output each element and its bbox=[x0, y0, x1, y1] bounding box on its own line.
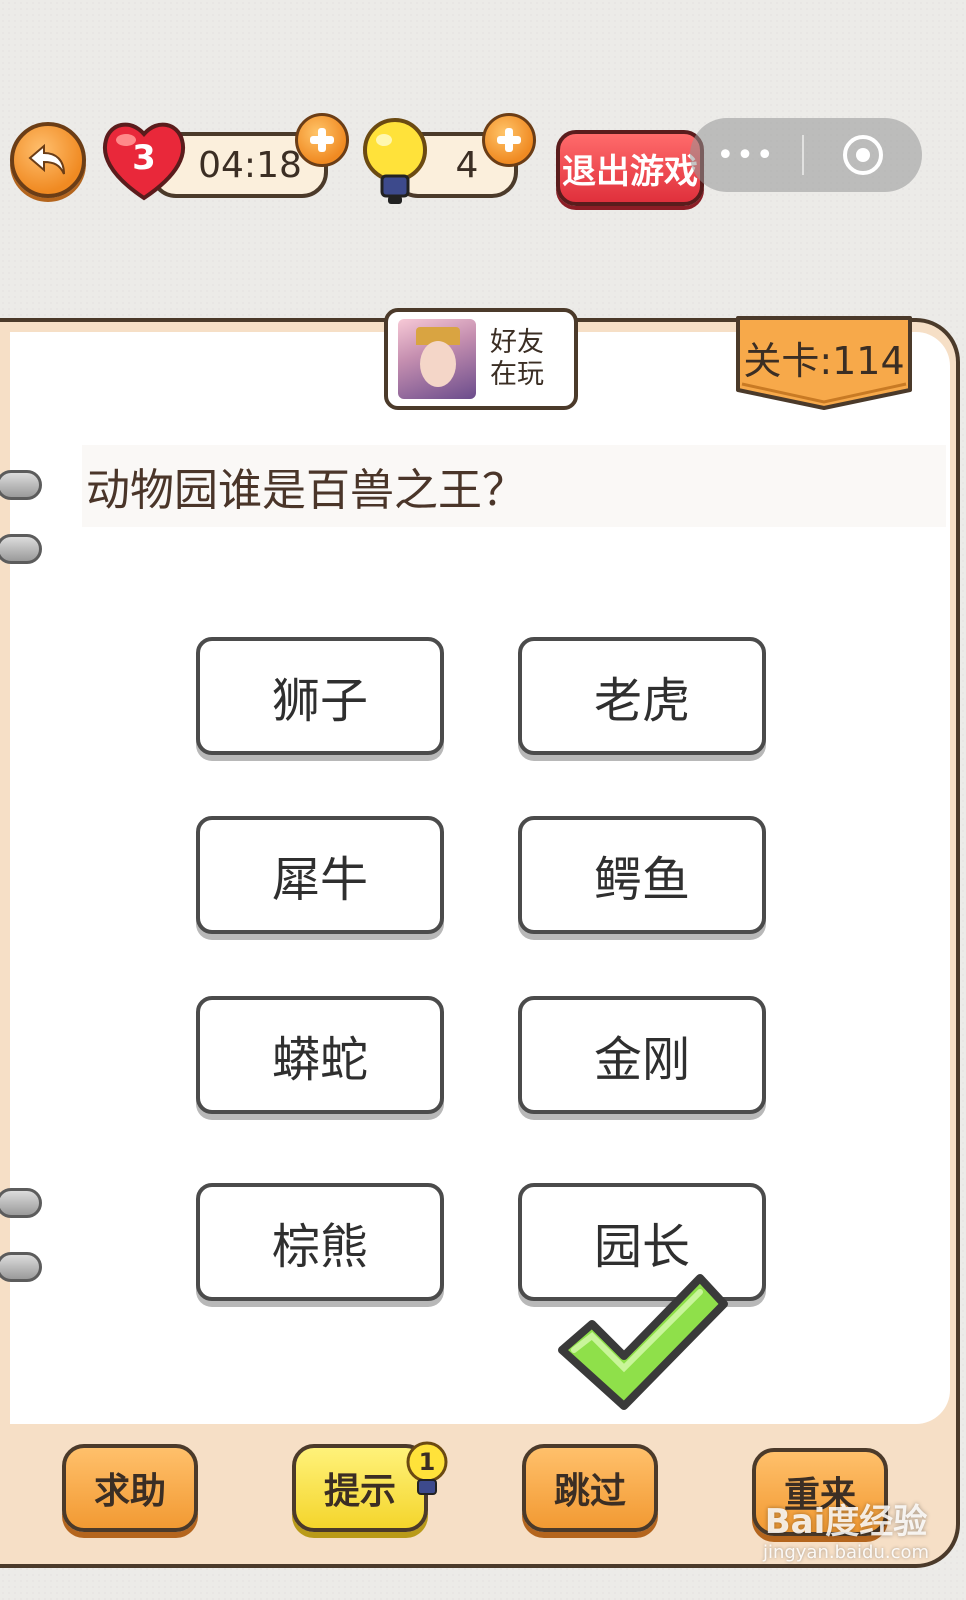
binder-ring bbox=[0, 1252, 42, 1282]
quit-game-button[interactable]: 退出游戏 bbox=[556, 130, 704, 206]
target-icon bbox=[843, 135, 883, 175]
timer-text: 04:18 bbox=[198, 144, 302, 186]
answer-option[interactable]: 蟒蛇 bbox=[196, 996, 444, 1114]
back-arrow-icon bbox=[28, 143, 65, 175]
answer-option[interactable]: 狮子 bbox=[196, 637, 444, 755]
more-menu-button[interactable]: ••• bbox=[690, 138, 802, 173]
binder-ring bbox=[0, 534, 42, 564]
level-label: 关卡:114 bbox=[743, 339, 905, 383]
answer-option[interactable]: 鳄鱼 bbox=[518, 816, 766, 934]
friend-card-line1: 好友 bbox=[490, 327, 544, 358]
lightbulb-icon bbox=[363, 118, 427, 204]
hint-count-text: 4 bbox=[455, 144, 479, 186]
answer-option[interactable]: 老虎 bbox=[518, 637, 766, 755]
add-time-button[interactable] bbox=[295, 113, 349, 167]
plus-icon bbox=[497, 128, 521, 152]
binder-ring bbox=[0, 1188, 42, 1218]
close-miniprogram-button[interactable] bbox=[804, 133, 922, 177]
add-hint-button[interactable] bbox=[482, 113, 536, 167]
answer-option[interactable]: 犀牛 bbox=[196, 816, 444, 934]
friend-card-line2: 在玩 bbox=[490, 359, 544, 390]
hint-badge-count: 1 bbox=[418, 1448, 436, 1476]
question-text: 动物园谁是百兽之王？ bbox=[82, 445, 946, 527]
watermark-url: jingyan.baidu.com bbox=[762, 1542, 930, 1563]
correct-checkmark-icon bbox=[558, 1274, 728, 1410]
answer-option[interactable]: 棕熊 bbox=[196, 1183, 444, 1301]
miniprogram-capsule: ••• bbox=[690, 118, 922, 192]
friend-avatar bbox=[398, 319, 476, 399]
help-button[interactable]: 求助 bbox=[62, 1444, 198, 1532]
friends-playing-card[interactable]: 好友 在玩 bbox=[384, 308, 578, 410]
watermark-logo: Bai度经验 bbox=[764, 1502, 928, 1542]
answer-option[interactable]: 金刚 bbox=[518, 996, 766, 1114]
binder-ring bbox=[0, 470, 42, 500]
plus-icon bbox=[310, 128, 334, 152]
lives-count: 3 bbox=[132, 138, 156, 178]
back-button[interactable] bbox=[10, 122, 86, 198]
skip-button[interactable]: 跳过 bbox=[522, 1444, 658, 1532]
